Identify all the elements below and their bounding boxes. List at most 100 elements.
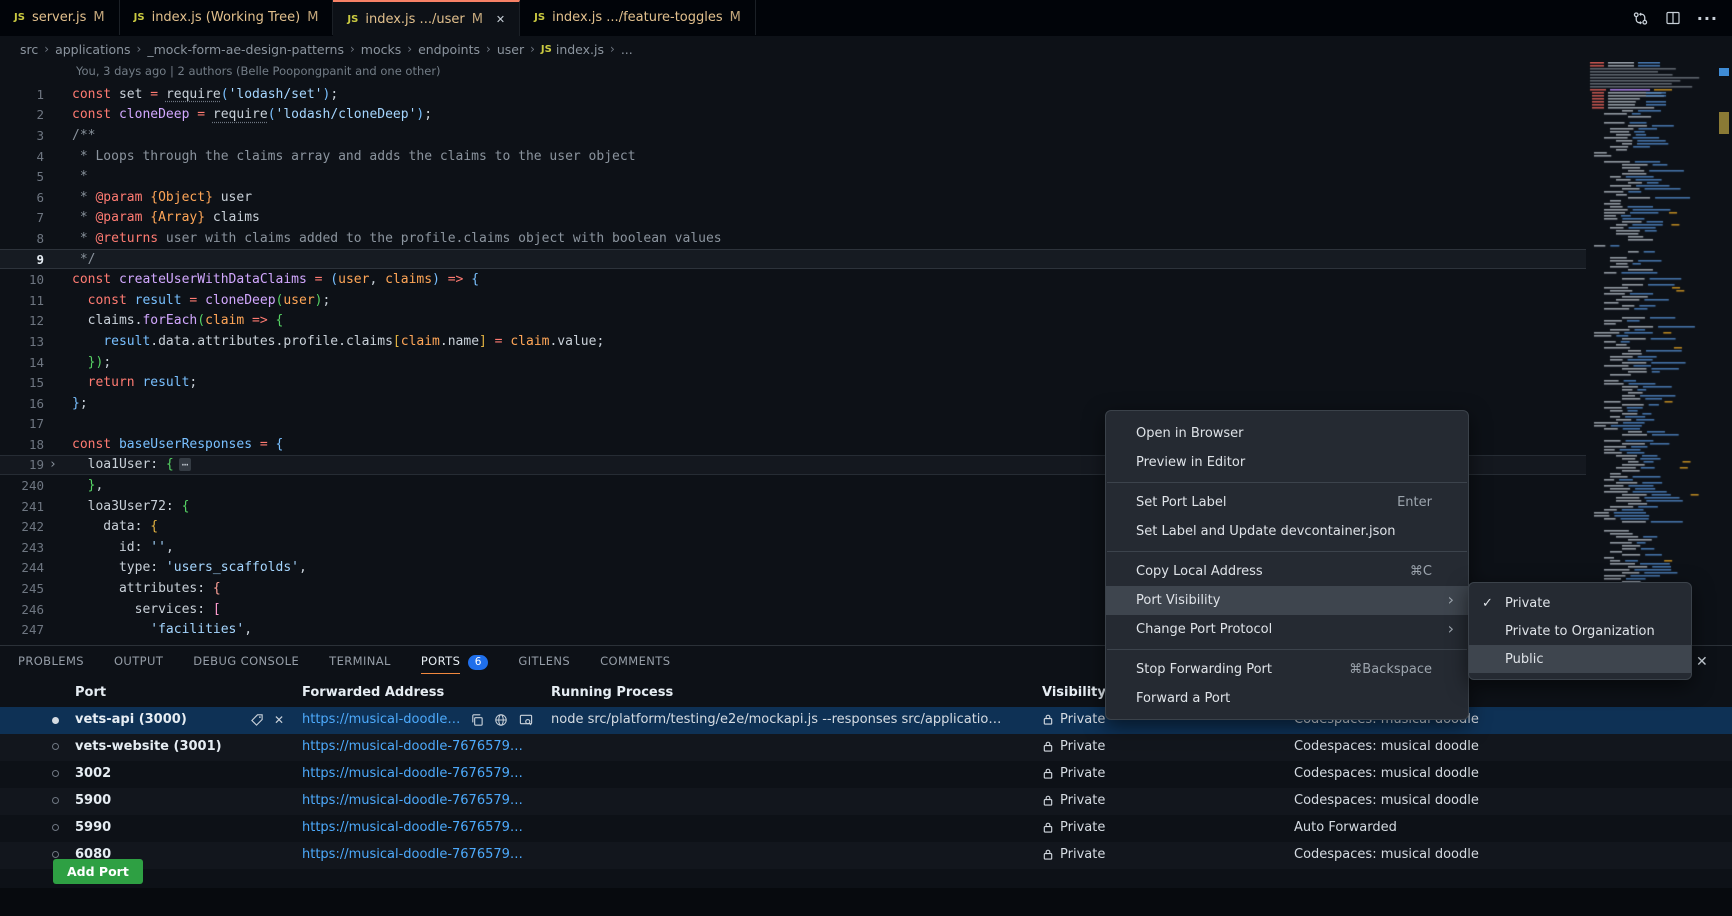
menu-item-preview-in-editor[interactable]: Preview in Editor <box>1106 448 1468 477</box>
menu-item-label: Set Port Label <box>1136 495 1226 510</box>
breadcrumb-item[interactable]: mocks <box>361 42 401 57</box>
port-row-5900[interactable]: 5900https://musical-doodle-7676579…Priva… <box>0 788 1732 815</box>
code-line[interactable]: 3/** <box>0 125 1586 146</box>
code-line[interactable]: 9 */ <box>0 249 1586 270</box>
private-lock-icon <box>1042 767 1054 784</box>
menu-item-port-visibility[interactable]: Port Visibility› <box>1106 586 1468 615</box>
breadcrumb-item[interactable]: applications <box>55 42 130 57</box>
menu-item-stop-forwarding-port[interactable]: Stop Forwarding Port⌘Backspace <box>1106 655 1468 684</box>
port-row-6080[interactable]: 6080https://musical-doodle-7676579…Priva… <box>0 842 1732 869</box>
code-text: * Loops through the claims array and add… <box>62 149 636 164</box>
breadcrumb-item-file[interactable]: index.js <box>556 42 604 57</box>
line-number: 242 <box>0 519 44 534</box>
more-actions-icon[interactable]: ··· <box>1697 9 1718 28</box>
visibility-value: Private <box>1060 739 1105 754</box>
code-line[interactable]: 7 * @param {Array} claims <box>0 208 1586 229</box>
menu-item-set-port-label[interactable]: Set Port LabelEnter <box>1106 488 1468 517</box>
column-header-running-process: Running Process <box>551 685 673 700</box>
line-number: 9 <box>0 252 44 267</box>
tab-close-icon[interactable]: ✕ <box>496 13 505 26</box>
port-row-3002[interactable]: 3002https://musical-doodle-7676579…Priva… <box>0 761 1732 788</box>
panel-close-icon[interactable]: ✕ <box>1696 654 1708 670</box>
code-line[interactable]: 8 * @returns user with claims added to t… <box>0 228 1586 249</box>
line-number: 240 <box>0 478 44 493</box>
submenu-item-private-to-organization[interactable]: Private to Organization <box>1469 617 1691 645</box>
tab-label: index.js (Working Tree) <box>152 10 301 25</box>
port-row-5990[interactable]: 5990https://musical-doodle-7676579…Priva… <box>0 815 1732 842</box>
port-row-vets-api-3000-[interactable]: vets-api (3000)✕https://musical-doodle…n… <box>0 707 1732 734</box>
editor-tab-1[interactable]: JSserver.jsM <box>0 0 120 35</box>
split-editor-icon[interactable] <box>1665 10 1681 26</box>
menu-item-forward-a-port[interactable]: Forward a Port <box>1106 684 1468 713</box>
port-idle-dot <box>52 743 59 750</box>
forwarded-address-link[interactable]: https://musical-doodle-7676579… <box>302 820 523 835</box>
panel-tab-comments[interactable]: COMMENTS <box>600 654 670 674</box>
open-changes-icon[interactable] <box>1632 10 1649 27</box>
breadcrumb-item[interactable]: endpoints <box>418 42 480 57</box>
code-line[interactable]: 11 const result = cloneDeep(user); <box>0 290 1586 311</box>
editor-tab-2[interactable]: JSindex.js (Working Tree)M <box>120 0 334 35</box>
line-number: 14 <box>0 355 44 370</box>
code-text: const set = require('lodash/set'); <box>62 87 338 102</box>
port-row-vets-website-3001-[interactable]: vets-website (3001)https://musical-doodl… <box>0 734 1732 761</box>
code-text: * @returns user with claims added to the… <box>62 231 722 246</box>
code-text: id: '', <box>62 540 174 555</box>
line-number: 4 <box>0 149 44 164</box>
panel-tab-label: PROBLEMS <box>18 654 84 674</box>
panel-tab-problems[interactable]: PROBLEMS <box>18 654 84 674</box>
code-line[interactable]: 5 * <box>0 166 1586 187</box>
overview-ruler-mark <box>1719 112 1729 134</box>
forwarded-address-link[interactable]: https://musical-doodle… <box>302 712 460 727</box>
breadcrumb: src›applications›_mock-form-ae-design-pa… <box>0 36 1732 62</box>
editor-tab-3[interactable]: JSindex.js .../userM✕ <box>333 0 520 36</box>
code-text: type: 'users_scaffolds', <box>62 560 307 575</box>
forwarded-address-link[interactable]: https://musical-doodle-7676579… <box>302 766 523 781</box>
line-number: 241 <box>0 499 44 514</box>
ports-table: vets-api (3000)✕https://musical-doodle…n… <box>0 707 1732 869</box>
port-name: 5990 <box>75 820 111 835</box>
submenu-item-public[interactable]: Public <box>1469 645 1691 673</box>
add-port-button[interactable]: Add Port <box>53 859 143 884</box>
open-in-browser-icon[interactable] <box>494 713 508 731</box>
preview-in-editor-icon[interactable] <box>519 713 533 731</box>
code-line[interactable]: 14 }); <box>0 352 1586 373</box>
menu-item-change-port-protocol[interactable]: Change Port Protocol› <box>1106 615 1468 644</box>
forwarded-address-link[interactable]: https://musical-doodle-7676579… <box>302 793 523 808</box>
menu-item-label: Port Visibility <box>1136 593 1220 608</box>
code-text: loa1User: {⋯ <box>62 457 191 472</box>
set-port-label-icon[interactable] <box>250 713 264 731</box>
menu-item-open-in-browser[interactable]: Open in Browser <box>1106 419 1468 448</box>
panel-tab-output[interactable]: OUTPUT <box>114 654 163 674</box>
forwarded-address-link[interactable]: https://musical-doodle-7676579… <box>302 739 523 754</box>
code-line[interactable]: 10const createUserWithDataClaims = (user… <box>0 269 1586 290</box>
stop-forwarding-icon[interactable]: ✕ <box>274 713 284 727</box>
panel-tab-ports[interactable]: PORTS6 <box>421 654 489 674</box>
line-number: 1 <box>0 87 44 102</box>
panel-tab-gitlens[interactable]: GITLENS <box>518 654 570 674</box>
code-text: 'facilities', <box>62 622 252 637</box>
menu-item-copy-local-address[interactable]: Copy Local Address⌘C <box>1106 557 1468 586</box>
private-lock-icon <box>1042 848 1054 865</box>
code-line[interactable]: 12 claims.forEach(claim => { <box>0 311 1586 332</box>
breadcrumb-separator-icon: › <box>42 42 51 56</box>
editor-tab-4[interactable]: JSindex.js .../feature-togglesM <box>520 0 756 35</box>
code-line[interactable]: 13 result.data.attributes.profile.claims… <box>0 331 1586 352</box>
menu-item-set-label-and-update-devcontainer-json[interactable]: Set Label and Update devcontainer.json <box>1106 517 1468 546</box>
panel-tab-debug-console[interactable]: DEBUG CONSOLE <box>193 654 299 674</box>
code-line[interactable]: 15 return result; <box>0 372 1586 393</box>
copy-local-address-icon[interactable] <box>470 713 484 731</box>
port-idle-dot <box>52 770 59 777</box>
code-line[interactable]: 6 * @param {Object} user <box>0 187 1586 208</box>
submenu-item-private[interactable]: ✓Private <box>1469 589 1691 617</box>
breadcrumb-item[interactable]: user <box>497 42 524 57</box>
breadcrumb-item[interactable]: src <box>20 42 38 57</box>
code-line[interactable]: 2const cloneDeep = require('lodash/clone… <box>0 105 1586 126</box>
code-line[interactable]: 4 * Loops through the claims array and a… <box>0 146 1586 167</box>
code-line[interactable]: 1 const set = require('lodash/set'); <box>0 84 1586 105</box>
panel-tab-terminal[interactable]: TERMINAL <box>329 654 391 674</box>
fold-chevron-icon[interactable]: › <box>44 458 62 471</box>
forwarded-address-link[interactable]: https://musical-doodle-7676579… <box>302 847 523 862</box>
breadcrumb-item[interactable]: _mock-form-ae-design-patterns <box>147 42 344 57</box>
menu-item-label: Set Label and Update devcontainer.json <box>1136 524 1396 539</box>
code-text: * <box>62 169 88 184</box>
